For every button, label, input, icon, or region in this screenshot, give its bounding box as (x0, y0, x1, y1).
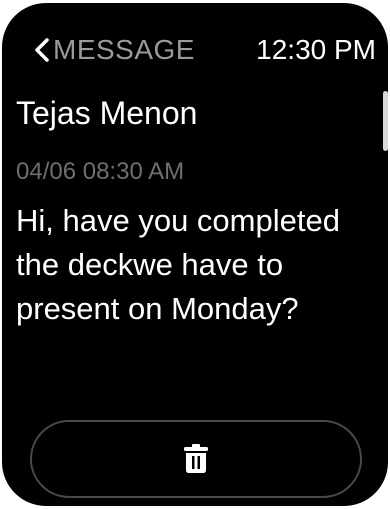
message-timestamp: 04/06 08:30 AM (16, 158, 185, 185)
message-body: Hi, have you completed the deckwe have t… (16, 203, 340, 326)
clock-time: 12:30 PM (256, 34, 376, 65)
chevron-left-icon (35, 38, 49, 62)
trash-icon (184, 444, 208, 473)
sender-name: Tejas Menon (16, 95, 198, 131)
back-label: MESSAGE (53, 34, 195, 65)
watch-screen: MESSAGE 12:30 PM Tejas Menon 04/06 08:30… (2, 3, 388, 506)
delete-button[interactable] (30, 420, 362, 498)
header-bar: MESSAGE 12:30 PM (2, 29, 388, 71)
back-button[interactable]: MESSAGE (32, 29, 195, 71)
scroll-indicator[interactable] (383, 91, 388, 151)
